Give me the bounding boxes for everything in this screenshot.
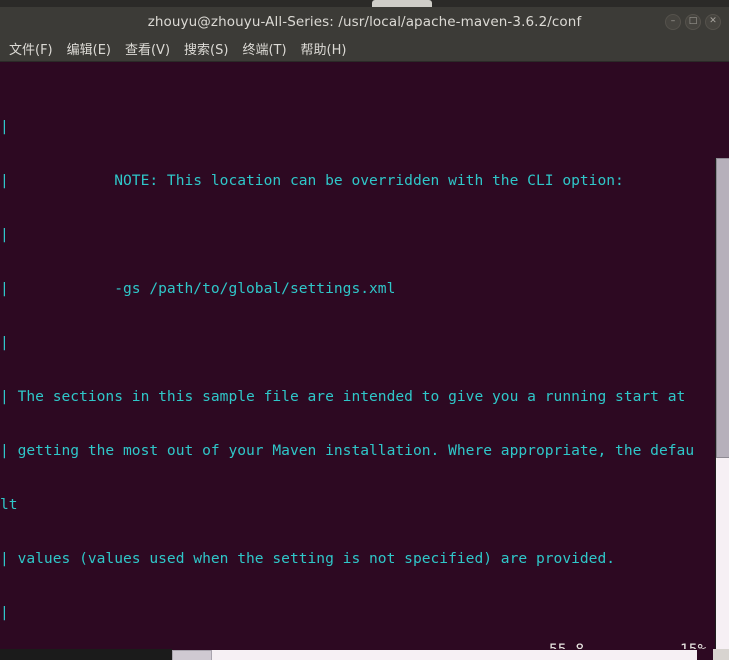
vim-buffer: | | NOTE: This location can be overridde… [0, 62, 713, 660]
maximize-button[interactable]: □ [685, 13, 701, 30]
horizontal-scrollbar-track[interactable] [172, 650, 697, 660]
minimize-button[interactable]: – [665, 13, 681, 30]
menu-item-edit[interactable]: 编辑(E) [60, 37, 118, 60]
line-text: | [0, 118, 9, 135]
line-text: | getting the most out of your Maven ins… [0, 442, 695, 459]
buffer-line: lt [0, 496, 713, 514]
buffer-line: | The sections in this sample file are i… [0, 388, 713, 406]
line-text: | -gs /path/to/global/settings.xml [0, 280, 396, 297]
line-text: | The sections in this sample file are i… [0, 388, 686, 405]
scrollbar-corner [713, 649, 729, 660]
line-text: | NOTE: This location can be overridden … [0, 172, 624, 189]
line-text: lt [0, 496, 18, 513]
window-tab-nub[interactable] [372, 0, 432, 7]
tab-strip [0, 0, 729, 7]
vertical-scrollbar[interactable] [713, 62, 729, 660]
line-text: | [0, 604, 9, 621]
menu-item-file[interactable]: 文件(F) [2, 37, 60, 60]
menu-bar: 文件(F) 编辑(E) 查看(V) 搜索(S) 终端(T) 帮助(H) [0, 36, 729, 62]
close-button[interactable]: ✕ [705, 13, 721, 30]
horizontal-scrollbar[interactable] [0, 649, 713, 660]
menu-item-view[interactable]: 查看(V) [118, 37, 177, 60]
buffer-line: | getting the most out of your Maven ins… [0, 442, 713, 460]
title-bar[interactable]: zhouyu@zhouyu-All-Series: /usr/local/apa… [0, 7, 729, 36]
horizontal-scrollbar-gutter [0, 649, 172, 660]
buffer-line: | -gs /path/to/global/settings.xml [0, 280, 713, 298]
line-text: | [0, 226, 9, 243]
menu-item-terminal[interactable]: 终端(T) [235, 37, 293, 60]
menu-item-search[interactable]: 搜索(S) [177, 37, 235, 60]
vertical-scrollbar-thumb[interactable] [716, 158, 729, 458]
buffer-line: | [0, 226, 713, 244]
line-text: | [0, 334, 9, 351]
buffer-line: | NOTE: This location can be overridden … [0, 172, 713, 190]
terminal-window: zhouyu@zhouyu-All-Series: /usr/local/apa… [0, 0, 729, 660]
line-text: | values (values used when the setting i… [0, 550, 616, 567]
window-controls: – □ ✕ [665, 13, 721, 30]
horizontal-scrollbar-thumb[interactable] [172, 650, 212, 660]
terminal-body: | | NOTE: This location can be overridde… [0, 62, 729, 660]
buffer-line: | [0, 334, 713, 352]
buffer-line: | values (values used when the setting i… [0, 550, 713, 568]
buffer-line: | [0, 118, 713, 136]
buffer-line: | [0, 604, 713, 622]
terminal-screen[interactable]: | | NOTE: This location can be overridde… [0, 62, 713, 660]
menu-item-help[interactable]: 帮助(H) [294, 37, 354, 60]
window-title: zhouyu@zhouyu-All-Series: /usr/local/apa… [147, 13, 582, 30]
